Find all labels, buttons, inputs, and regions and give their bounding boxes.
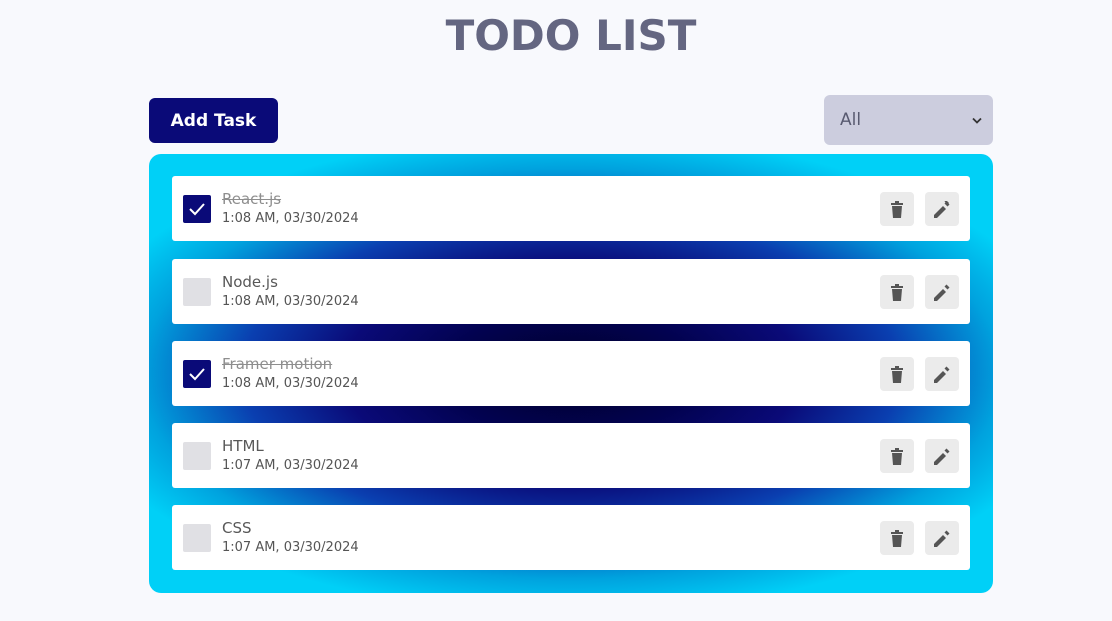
task-item: Framer motion 1:08 AM, 03/30/2024 bbox=[172, 341, 970, 406]
task-title: React.js bbox=[222, 190, 282, 208]
check-icon bbox=[189, 368, 205, 381]
task-title: CSS bbox=[222, 519, 252, 537]
pencil-icon bbox=[933, 366, 949, 383]
task-title: Framer motion bbox=[222, 355, 333, 373]
task-title: Node.js bbox=[222, 273, 278, 291]
filter-selected-value: All bbox=[840, 110, 862, 130]
pencil-icon bbox=[933, 284, 949, 301]
edit-task-button[interactable] bbox=[925, 439, 959, 473]
trash-icon bbox=[891, 529, 903, 547]
trash-icon bbox=[891, 447, 903, 465]
task-checkbox[interactable] bbox=[183, 195, 211, 223]
check-icon bbox=[189, 203, 205, 216]
add-task-button[interactable]: Add Task bbox=[149, 98, 278, 143]
status-filter-select[interactable]: All bbox=[824, 95, 993, 145]
task-item: CSS 1:07 AM, 03/30/2024 bbox=[172, 505, 970, 570]
task-item: Node.js 1:08 AM, 03/30/2024 bbox=[172, 259, 970, 324]
delete-task-button[interactable] bbox=[880, 275, 914, 309]
delete-task-button[interactable] bbox=[880, 521, 914, 555]
task-timestamp: 1:08 AM, 03/30/2024 bbox=[222, 211, 359, 226]
todo-app: TODO LIST Add Task All React.js 1:08 AM,… bbox=[0, 0, 1112, 621]
task-checkbox[interactable] bbox=[183, 278, 211, 306]
delete-task-button[interactable] bbox=[880, 357, 914, 391]
trash-icon bbox=[891, 200, 903, 218]
edit-task-button[interactable] bbox=[925, 192, 959, 226]
page-title: TODO LIST bbox=[445, 11, 697, 60]
task-timestamp: 1:08 AM, 03/30/2024 bbox=[222, 376, 359, 391]
edit-task-button[interactable] bbox=[925, 521, 959, 555]
task-title: HTML bbox=[222, 437, 264, 455]
trash-icon bbox=[891, 283, 903, 301]
task-item: HTML 1:07 AM, 03/30/2024 bbox=[172, 423, 970, 488]
task-checkbox[interactable] bbox=[183, 524, 211, 552]
task-timestamp: 1:08 AM, 03/30/2024 bbox=[222, 294, 359, 309]
task-timestamp: 1:07 AM, 03/30/2024 bbox=[222, 458, 359, 473]
delete-task-button[interactable] bbox=[880, 192, 914, 226]
pencil-icon bbox=[933, 448, 949, 465]
task-checkbox[interactable] bbox=[183, 442, 211, 470]
task-timestamp: 1:07 AM, 03/30/2024 bbox=[222, 540, 359, 555]
edit-task-button[interactable] bbox=[925, 275, 959, 309]
chevron-down-icon bbox=[971, 114, 983, 126]
task-item: React.js 1:08 AM, 03/30/2024 bbox=[172, 176, 970, 241]
delete-task-button[interactable] bbox=[880, 439, 914, 473]
edit-task-button[interactable] bbox=[925, 357, 959, 391]
task-checkbox[interactable] bbox=[183, 360, 211, 388]
trash-icon bbox=[891, 365, 903, 383]
pencil-icon bbox=[933, 200, 949, 218]
pencil-icon bbox=[933, 530, 949, 547]
